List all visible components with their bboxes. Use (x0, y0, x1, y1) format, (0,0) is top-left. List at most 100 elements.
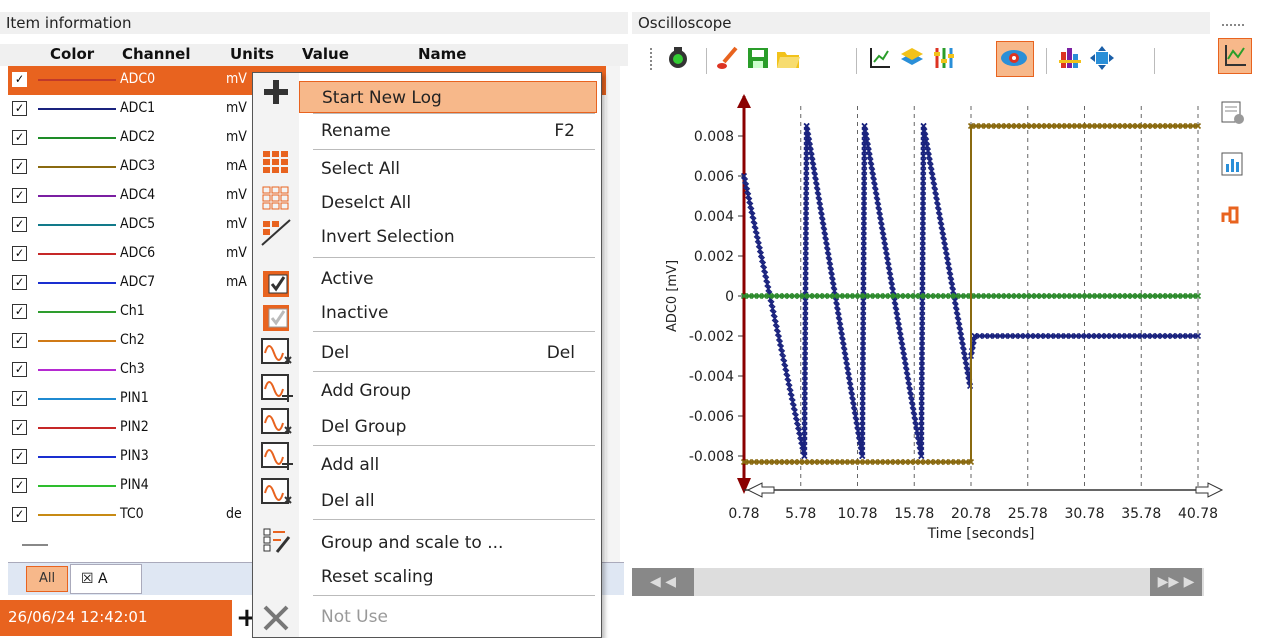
menu-separator (313, 113, 595, 114)
channel-name: PIN4 (120, 477, 149, 493)
toolbar-grip-icon[interactable] (650, 48, 654, 70)
scroll-left-icon[interactable]: ◀ ◀ (632, 568, 694, 596)
x-axis-arrow-left-icon (746, 482, 775, 498)
menu-item-group-and-scale-to[interactable]: Group and scale to ... (299, 527, 597, 559)
record-icon[interactable] (664, 44, 692, 72)
menu-item-rename[interactable]: Rename F2 (299, 115, 597, 147)
axis-icon[interactable] (866, 44, 894, 72)
row-checkbox[interactable]: ✓ (12, 130, 27, 145)
row-checkbox[interactable]: ✓ (12, 304, 27, 319)
menu-item-add-group[interactable]: Add Group (299, 375, 597, 407)
channel-color-swatch (38, 514, 116, 516)
chart-scrollbar[interactable] (632, 568, 1204, 596)
channel-color-swatch (38, 224, 116, 226)
y-tick-label: 0.008 (694, 129, 734, 145)
x-axis-arrow-right-icon (1195, 482, 1224, 498)
tab-all[interactable]: All (26, 566, 68, 592)
row-checkbox[interactable]: ✓ (12, 420, 27, 435)
menu-item-del-group[interactable]: Del Group (299, 411, 597, 443)
menu-separator (313, 149, 595, 150)
x-tick-label: 10.78 (837, 506, 877, 522)
menu-item-add-all[interactable]: Add all (299, 449, 597, 481)
menu-separator (313, 595, 595, 596)
x-tick-label: 25.78 (1008, 506, 1048, 522)
collapse-handle[interactable] (22, 544, 48, 546)
save-icon[interactable] (744, 44, 772, 72)
menu-separator (313, 257, 595, 258)
channel-units: mA (226, 158, 247, 174)
y-axis-arrow-up-icon (737, 94, 751, 108)
oscilloscope-chart[interactable]: 0.78 5.78 10.78 15.78 20.78 25.78 30.78 35.78 40… (632, 86, 1232, 556)
menu-item-deselct-all[interactable]: Deselct All (299, 187, 597, 219)
row-checkbox[interactable]: ✓ (12, 391, 27, 406)
menu-separator (313, 331, 595, 332)
y-tick-label: 0.004 (694, 209, 734, 225)
menu-item-del-all[interactable]: Del all (299, 485, 597, 517)
toolbar-sep (706, 48, 707, 74)
side-grip-icon[interactable] (1222, 24, 1244, 28)
row-checkbox[interactable]: ✓ (12, 101, 27, 116)
channel-name: PIN1 (120, 390, 149, 406)
zoom-fit-icon[interactable] (1088, 44, 1116, 72)
y-tick-label: 0 (725, 289, 734, 305)
tab-a-label: A (98, 571, 108, 587)
row-checkbox[interactable]: ✓ (12, 478, 27, 493)
menu-item-label: Rename (321, 121, 391, 141)
channel-name: Ch2 (120, 332, 145, 348)
menu-item-shortcut: Del (546, 343, 575, 363)
menu-item-not-use: Not Use (299, 601, 597, 633)
list-scrollbar[interactable] (606, 66, 620, 566)
scroll-right-icon[interactable]: ▶▶ ▶ (1150, 568, 1202, 596)
menu-item-label: Group and scale to ... (321, 533, 504, 553)
sliders-icon[interactable] (930, 44, 958, 72)
status-time: 26/06/24 12:42:01 (0, 600, 232, 636)
header-value[interactable]: Value (302, 45, 349, 63)
open-folder-icon[interactable] (774, 44, 802, 72)
color-icon[interactable] (1056, 44, 1084, 72)
channel-name: ADC3 (120, 158, 156, 174)
row-checkbox[interactable]: ✓ (12, 275, 27, 290)
row-checkbox[interactable]: ✓ (12, 333, 27, 348)
x-tick-label: 40.78 (1178, 506, 1218, 522)
row-checkbox[interactable]: ✓ (12, 188, 27, 203)
menu-item-label: Select All (321, 159, 400, 179)
tab-a[interactable]: ☒ A (70, 564, 142, 594)
menu-item-shortcut: F2 (554, 121, 575, 141)
context-menu: Start New Log Rename F2 Select All Deselct A… (252, 72, 602, 638)
menu-item-reset-scaling[interactable]: Reset scaling (299, 561, 597, 593)
channel-color-swatch (38, 311, 116, 313)
row-checkbox[interactable]: ✓ (12, 246, 27, 261)
channel-name: ADC7 (120, 274, 156, 290)
chart-view-icon[interactable] (1218, 38, 1252, 74)
header-channel[interactable]: Channel (122, 45, 190, 63)
row-checkbox[interactable]: ✓ (12, 217, 27, 232)
channel-color-swatch (38, 166, 116, 168)
channel-units: mV (226, 100, 247, 116)
menu-item-del[interactable]: Del Del (299, 337, 597, 369)
menu-item-inactive[interactable]: Inactive (299, 297, 597, 329)
channel-color-swatch (38, 340, 116, 342)
row-checkbox[interactable]: ✓ (12, 449, 27, 464)
channel-name: ADC4 (120, 187, 156, 203)
menu-item-select-all[interactable]: Select All (299, 153, 597, 185)
menu-item-active[interactable]: Active (299, 263, 597, 295)
row-checkbox[interactable]: ✓ (12, 159, 27, 174)
row-checkbox[interactable]: ✓ (12, 507, 27, 522)
brush-icon[interactable] (714, 44, 742, 72)
eye-icon[interactable] (996, 41, 1034, 77)
channel-color-swatch (38, 282, 116, 284)
tab-close-icon[interactable]: ☒ (81, 571, 94, 587)
header-color[interactable]: Color (50, 45, 94, 63)
x-tick-label: 35.78 (1121, 506, 1161, 522)
group-scale-icon (259, 525, 293, 555)
header-name[interactable]: Name (418, 45, 466, 63)
menu-separator (313, 371, 595, 372)
menu-item-label: Invert Selection (321, 227, 455, 247)
row-checkbox[interactable]: ✓ (12, 362, 27, 377)
header-units[interactable]: Units (230, 45, 274, 63)
menu-item-start-new-log[interactable]: Start New Log (299, 81, 597, 113)
layers-icon[interactable] (898, 44, 926, 72)
menu-item-label: Active (321, 269, 374, 289)
row-checkbox[interactable]: ✓ (12, 72, 27, 87)
menu-item-invert-selection[interactable]: Invert Selection (299, 221, 597, 253)
